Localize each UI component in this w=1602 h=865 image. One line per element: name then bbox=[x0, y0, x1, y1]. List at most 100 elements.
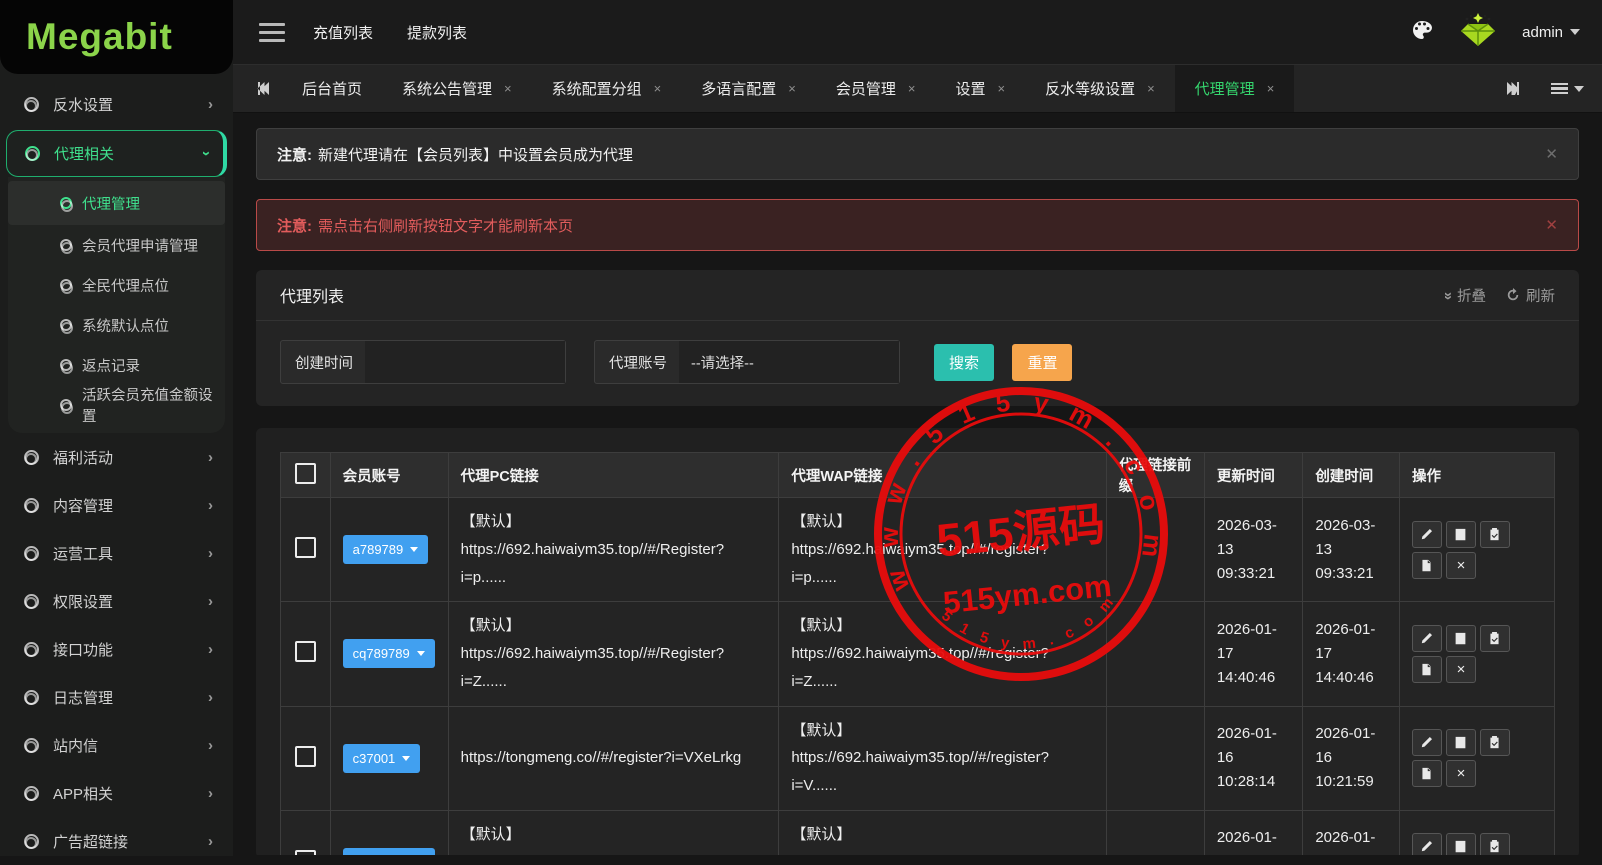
collapse-button[interactable]: » 折叠 bbox=[1445, 285, 1486, 306]
agent-link-prefix-cell bbox=[1106, 810, 1204, 855]
agent-account-select[interactable]: --请选择-- bbox=[679, 341, 899, 383]
audit-button[interactable] bbox=[1480, 833, 1510, 855]
tab-close-icon[interactable]: × bbox=[654, 81, 662, 96]
search-button[interactable]: 搜索 bbox=[934, 344, 994, 381]
report-button[interactable] bbox=[1412, 760, 1442, 787]
member-account-cell: cq789789 bbox=[330, 602, 448, 706]
tab-系统配置分组[interactable]: 系统配置分组× bbox=[532, 65, 682, 112]
topnav-withdraw-list[interactable]: 提款列表 bbox=[407, 22, 467, 43]
tab-后台首页[interactable]: 后台首页 bbox=[282, 65, 382, 112]
hamburger-icon[interactable] bbox=[259, 18, 285, 47]
tab-label: 后台首页 bbox=[302, 78, 362, 99]
sidebar-item-日志管理[interactable]: 日志管理› bbox=[0, 673, 233, 721]
actions-cell: × bbox=[1399, 706, 1554, 810]
sidebar-subitem-代理管理[interactable]: 代理管理 bbox=[8, 181, 225, 225]
actions-cell: × bbox=[1399, 810, 1554, 855]
sidebar-item-站内信[interactable]: 站内信› bbox=[0, 721, 233, 769]
tab-close-icon[interactable]: × bbox=[908, 81, 916, 96]
tabs-scroll-right-icon[interactable] bbox=[1494, 65, 1533, 112]
close-icon[interactable]: ✕ bbox=[1545, 216, 1558, 234]
sidebar-subitem-全民代理点位[interactable]: 全民代理点位 bbox=[8, 265, 225, 305]
report-button[interactable] bbox=[1412, 656, 1442, 683]
sidebar-subitem-会员代理申请管理[interactable]: 会员代理申请管理 bbox=[8, 225, 225, 265]
delete-button[interactable]: × bbox=[1446, 552, 1476, 579]
tab-close-icon[interactable]: × bbox=[1147, 81, 1155, 96]
tab-多语言配置[interactable]: 多语言配置× bbox=[681, 65, 816, 112]
table-header-row: 会员账号 代理PC链接 代理WAP链接 代理链接前缀 更新时间 创建时间 操作 bbox=[281, 453, 1555, 498]
detail-button[interactable] bbox=[1446, 833, 1476, 855]
edit-button[interactable] bbox=[1412, 729, 1442, 756]
agent-wap-link: 【默认】https://692.haiwaiym35.top//#/regist… bbox=[791, 508, 1093, 591]
select-all-checkbox[interactable] bbox=[295, 463, 316, 484]
refresh-button[interactable]: 刷新 bbox=[1506, 285, 1555, 306]
sidebar-item-权限设置[interactable]: 权限设置› bbox=[0, 577, 233, 625]
member-account-name: c37001 bbox=[353, 751, 396, 766]
menu-circle-icon bbox=[24, 450, 39, 465]
detail-button[interactable] bbox=[1446, 625, 1476, 652]
user-menu[interactable]: admin bbox=[1522, 24, 1580, 41]
row-checkbox[interactable] bbox=[295, 537, 316, 558]
sidebar-item-运营工具[interactable]: 运营工具› bbox=[0, 529, 233, 577]
chevron-down-icon bbox=[410, 547, 418, 552]
close-icon[interactable]: ✕ bbox=[1545, 145, 1558, 163]
agent-pc-link: 【默认】https://692.haiwaiym35.top//#/Regist… bbox=[461, 508, 767, 591]
delete-button[interactable]: × bbox=[1446, 760, 1476, 787]
audit-button[interactable] bbox=[1480, 625, 1510, 652]
sidebar-subitem-返点记录[interactable]: 返点记录 bbox=[8, 345, 225, 385]
sidebar-item-label: 广告超链接 bbox=[53, 831, 208, 852]
detail-button[interactable] bbox=[1446, 521, 1476, 548]
tabs-menu-dropdown[interactable] bbox=[1533, 65, 1602, 112]
sidebar-item-APP相关[interactable]: APP相关› bbox=[0, 769, 233, 817]
sidebar-item-广告超链接[interactable]: 广告超链接› bbox=[0, 817, 233, 865]
tab-设置[interactable]: 设置× bbox=[935, 65, 1025, 112]
sidebar-item-反水设置[interactable]: 反水设置› bbox=[0, 80, 233, 128]
audit-button[interactable] bbox=[1480, 729, 1510, 756]
sidebar-item-福利活动[interactable]: 福利活动› bbox=[0, 433, 233, 481]
member-account-dropdown[interactable]: c37001 bbox=[343, 744, 421, 773]
member-account-dropdown[interactable]: a789789 bbox=[343, 535, 429, 564]
edit-button[interactable] bbox=[1412, 521, 1442, 548]
sidebar-item-内容管理[interactable]: 内容管理› bbox=[0, 481, 233, 529]
create-time-input[interactable] bbox=[365, 341, 565, 383]
tab-label: 系统公告管理 bbox=[402, 78, 492, 99]
topnav-recharge-list[interactable]: 充值列表 bbox=[313, 22, 373, 43]
gem-avatar-icon[interactable] bbox=[1458, 12, 1498, 53]
clip-icon bbox=[1488, 840, 1501, 853]
menu-circle-icon bbox=[24, 594, 39, 609]
created-time-cell: 2026-01-1610:21:59 bbox=[1303, 706, 1400, 810]
tab-close-icon[interactable]: × bbox=[997, 81, 1005, 96]
sidebar-subitem-活跃会员充值金额设置[interactable]: 活跃会员充值金额设置 bbox=[8, 385, 225, 425]
sidebar-item-接口功能[interactable]: 接口功能› bbox=[0, 625, 233, 673]
refresh-warning-alert: 注意: 需点击右侧刷新按钮文字才能刷新本页 ✕ bbox=[256, 199, 1579, 251]
edit-button[interactable] bbox=[1412, 833, 1442, 855]
row-checkbox[interactable] bbox=[295, 850, 316, 855]
tab-系统公告管理[interactable]: 系统公告管理 × bbox=[382, 65, 532, 112]
tab-代理管理[interactable]: 代理管理× bbox=[1175, 65, 1295, 112]
pencil-icon bbox=[1420, 528, 1433, 541]
detail-button[interactable] bbox=[1446, 729, 1476, 756]
sidebar-subitem-系统默认点位[interactable]: 系统默认点位 bbox=[8, 305, 225, 345]
logo: Megabit bbox=[0, 0, 233, 74]
agent-link-cell: 【默认】https://692.haiwaiym35.top//#/regist… bbox=[779, 706, 1106, 810]
member-account-dropdown[interactable]: cq789789 bbox=[343, 639, 435, 668]
row-checkbox[interactable] bbox=[295, 746, 316, 767]
tab-close-icon[interactable]: × bbox=[1267, 81, 1275, 96]
row-checkbox[interactable] bbox=[295, 641, 316, 662]
tab-会员管理[interactable]: 会员管理× bbox=[816, 65, 936, 112]
edit-button[interactable] bbox=[1412, 625, 1442, 652]
tab-close-icon[interactable]: × bbox=[504, 81, 512, 96]
report-button[interactable] bbox=[1412, 552, 1442, 579]
sidebar-item-label: 福利活动 bbox=[53, 447, 208, 468]
content: 注意: 新建代理请在【会员列表】中设置会员成为代理 ✕ 注意: 需点击右侧刷新按… bbox=[233, 113, 1602, 855]
audit-button[interactable] bbox=[1480, 521, 1510, 548]
member-account-dropdown[interactable]: qq545505 bbox=[343, 848, 436, 855]
tab-close-icon[interactable]: × bbox=[788, 81, 796, 96]
tabs-scroll-left-icon[interactable] bbox=[243, 65, 282, 112]
agent-link-cell: https://tongmeng.co//#/register?i=VXeLrk… bbox=[448, 706, 779, 810]
sidebar-item-代理相关[interactable]: 代理相关› bbox=[6, 130, 227, 177]
delete-button[interactable]: × bbox=[1446, 656, 1476, 683]
tab-反水等级设置[interactable]: 反水等级设置× bbox=[1025, 65, 1175, 112]
actions-cell: × bbox=[1399, 602, 1554, 706]
reset-button[interactable]: 重置 bbox=[1012, 344, 1072, 381]
theme-palette-icon[interactable] bbox=[1410, 18, 1434, 47]
